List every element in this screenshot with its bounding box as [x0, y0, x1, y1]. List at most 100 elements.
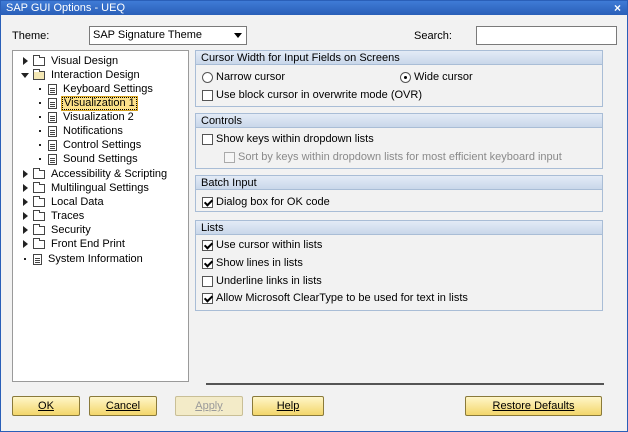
- tree-item-sound-settings[interactable]: Sound Settings: [35, 152, 140, 166]
- tree-item-label: Accessibility & Scripting: [51, 167, 168, 180]
- wide-cursor-radio[interactable]: [400, 71, 411, 83]
- use-cursor-checkbox[interactable]: [202, 239, 213, 251]
- apply-button-label: Apply: [195, 400, 223, 412]
- expand-arrow-icon[interactable]: [20, 211, 30, 221]
- search-input[interactable]: [476, 26, 617, 45]
- tree-item-label: Sound Settings: [63, 152, 138, 165]
- page-icon: [48, 139, 57, 151]
- search-label: Search:: [414, 30, 452, 42]
- underline-links-label: Underline links in lists: [216, 275, 322, 287]
- expand-arrow-icon[interactable]: [20, 183, 30, 193]
- narrow-cursor-radio[interactable]: [202, 71, 213, 83]
- tree-item-accessibility-scripting[interactable]: Accessibility & Scripting: [20, 167, 169, 181]
- bullet-icon: [35, 154, 45, 164]
- help-button[interactable]: Help: [252, 396, 324, 416]
- bullet-icon: [20, 254, 30, 264]
- cancel-button-label: Cancel: [105, 400, 141, 412]
- folder-icon: [33, 209, 45, 221]
- dialog-box-label: Dialog box for OK code: [216, 196, 330, 208]
- tree-item-visualization-2[interactable]: Visualization 2: [35, 110, 136, 124]
- page-icon: [48, 125, 57, 137]
- block-cursor-option[interactable]: Use block cursor in overwrite mode (OVR): [202, 89, 422, 101]
- options-window: SAP GUI Options - UEQ × Theme: SAP Signa…: [0, 0, 628, 432]
- apply-button[interactable]: Apply: [175, 396, 243, 416]
- block-cursor-checkbox[interactable]: [202, 89, 213, 101]
- restore-defaults-button[interactable]: Restore Defaults: [465, 396, 602, 416]
- page-icon: [48, 111, 57, 123]
- tree-item-visualization-1[interactable]: Visualization 1: [35, 95, 138, 111]
- folder-icon: [33, 237, 45, 249]
- tree-item-label: Visualization 2: [63, 110, 134, 123]
- section-title: Lists: [196, 221, 602, 235]
- tree-item-keyboard-settings[interactable]: Keyboard Settings: [35, 82, 155, 96]
- window-title: SAP GUI Options - UEQ: [6, 2, 126, 14]
- use-cursor-option[interactable]: Use cursor within lists: [202, 239, 322, 251]
- expand-arrow-icon[interactable]: [20, 169, 30, 179]
- title-bar: SAP GUI Options - UEQ ×: [1, 1, 627, 15]
- underline-links-option[interactable]: Underline links in lists: [202, 275, 322, 287]
- tree-item-system-information[interactable]: System Information: [20, 252, 145, 266]
- tree-item-local-data[interactable]: Local Data: [20, 195, 106, 209]
- block-cursor-label: Use block cursor in overwrite mode (OVR): [216, 89, 423, 101]
- show-keys-checkbox[interactable]: [202, 133, 213, 145]
- expand-arrow-icon[interactable]: [20, 56, 30, 66]
- sort-keys-checkbox[interactable]: [224, 151, 235, 163]
- sort-keys-option[interactable]: Sort by keys within dropdown lists for m…: [224, 151, 562, 163]
- show-lines-checkbox[interactable]: [202, 257, 213, 269]
- show-keys-option[interactable]: Show keys within dropdown lists: [202, 133, 374, 145]
- tree-item-label-selected: Visualization 1: [61, 95, 138, 111]
- tree-item-multilingual-settings[interactable]: Multilingual Settings: [20, 181, 151, 195]
- batch-input-section: Batch Input Dialog box for OK code: [195, 175, 603, 212]
- wide-cursor-label: Wide cursor: [414, 71, 473, 83]
- cursor-width-section: Cursor Width for Input Fields on Screens…: [195, 50, 603, 107]
- page-icon: [48, 97, 57, 109]
- cleartype-checkbox[interactable]: [202, 292, 213, 304]
- folder-icon: [33, 167, 45, 179]
- cancel-button[interactable]: Cancel: [89, 396, 157, 416]
- controls-section: Controls Show keys within dropdown lists…: [195, 113, 603, 169]
- tree-item-label: Interaction Design: [51, 68, 140, 81]
- sort-keys-label: Sort by keys within dropdown lists for m…: [238, 151, 562, 163]
- theme-value: SAP Signature Theme: [93, 29, 203, 41]
- bullet-icon: [35, 112, 45, 122]
- tree-item-front-end-print[interactable]: Front End Print: [20, 237, 127, 251]
- theme-dropdown[interactable]: SAP Signature Theme: [89, 26, 247, 45]
- expand-arrow-icon[interactable]: [20, 197, 30, 207]
- theme-label: Theme:: [12, 30, 50, 42]
- bullet-icon: [35, 140, 45, 150]
- tree-item-label: Local Data: [51, 195, 104, 208]
- tree-item-security[interactable]: Security: [20, 223, 93, 237]
- cleartype-option[interactable]: Allow Microsoft ClearType to be used for…: [202, 292, 468, 304]
- horizontal-scrollbar[interactable]: [206, 383, 604, 385]
- tree-item-label: Notifications: [63, 124, 123, 137]
- section-title: Cursor Width for Input Fields on Screens: [196, 51, 602, 65]
- dialog-box-option[interactable]: Dialog box for OK code: [202, 196, 330, 208]
- section-title: Controls: [196, 114, 602, 128]
- dialog-box-checkbox[interactable]: [202, 196, 213, 208]
- wide-cursor-option[interactable]: Wide cursor: [400, 71, 473, 83]
- collapse-arrow-icon[interactable]: [20, 70, 30, 80]
- close-icon[interactable]: ×: [614, 1, 621, 15]
- tree-item-visual-design[interactable]: Visual Design: [20, 54, 120, 68]
- lists-section: Lists Use cursor within lists Show lines…: [195, 220, 603, 311]
- ok-button-label: OK: [38, 400, 54, 412]
- folder-open-icon: [33, 68, 45, 80]
- ok-button[interactable]: OK: [12, 396, 80, 416]
- tree-item-label: Security: [51, 223, 91, 236]
- show-lines-option[interactable]: Show lines in lists: [202, 257, 303, 269]
- expand-arrow-icon[interactable]: [20, 225, 30, 235]
- bullet-icon: [35, 84, 45, 94]
- folder-icon: [33, 181, 45, 193]
- expand-arrow-icon[interactable]: [20, 239, 30, 249]
- underline-links-checkbox[interactable]: [202, 275, 213, 287]
- show-keys-label: Show keys within dropdown lists: [216, 133, 374, 145]
- tree-item-control-settings[interactable]: Control Settings: [35, 138, 143, 152]
- tree-item-label: Traces: [51, 209, 85, 222]
- tree-item-label: Front End Print: [51, 237, 125, 250]
- tree-item-interaction-design[interactable]: Interaction Design: [20, 68, 142, 82]
- narrow-cursor-option[interactable]: Narrow cursor: [202, 71, 285, 83]
- section-title: Batch Input: [196, 176, 602, 190]
- tree-item-notifications[interactable]: Notifications: [35, 124, 125, 138]
- page-icon: [48, 153, 57, 165]
- tree-item-traces[interactable]: Traces: [20, 209, 86, 223]
